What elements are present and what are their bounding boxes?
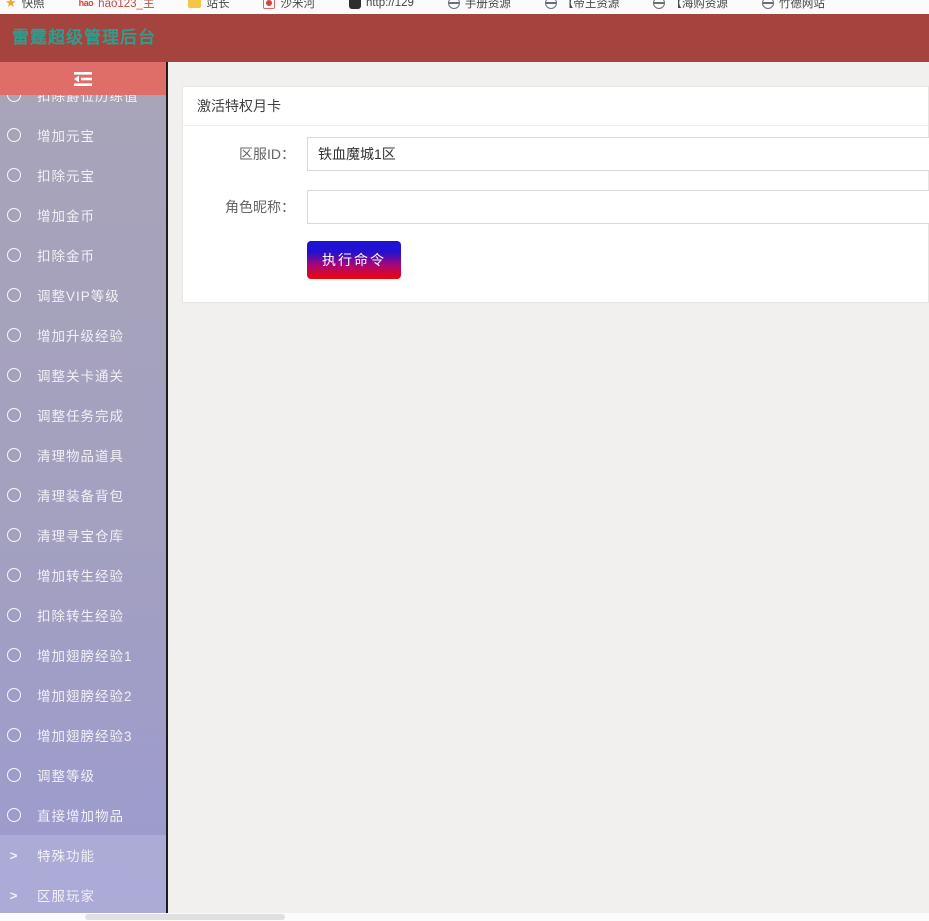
bookmark-item[interactable]: http://129 [349,0,414,9]
hao123-icon [79,0,94,9]
radio-icon [7,168,21,182]
globe-icon [653,0,665,9]
radio-icon [7,688,21,702]
bookmark-item[interactable]: 【帝王资源 [545,0,620,11]
server-select[interactable]: 铁血魔城1区 [307,137,929,171]
sidebar-border [166,14,168,913]
radio-icon [7,488,21,502]
sidebar-item[interactable]: 调整VIP等级 [0,275,166,315]
radio-icon [7,568,21,582]
brand-title: 雷霆超级管理后台 [0,14,166,62]
sidebar-item[interactable]: 增加翅膀经验3 [0,715,166,755]
sidebar-item[interactable]: 区服玩家 [0,875,166,913]
radio-icon [7,248,21,262]
radio-icon [7,528,21,542]
sidebar-item[interactable]: 增加翅膀经验1 [0,635,166,675]
star-icon [5,0,17,10]
site-icon [263,0,275,9]
sidebar-toggle-button[interactable] [0,62,166,95]
dark-site-icon [349,0,361,9]
sidebar-item[interactable]: 扣除金币 [0,235,166,275]
bookmark-item[interactable]: 竹德网站 [762,0,825,11]
sidebar-item[interactable]: 特殊功能 [0,835,166,875]
radio-icon [7,208,21,222]
globe-icon [545,0,557,9]
sidebar: 扣除爵位历练值 增加元宝 扣除元宝 增加金币 扣除金币 调整VIP等级 [0,62,166,913]
bookmark-item[interactable]: 站长 [188,0,229,11]
chevron-right-icon [7,888,21,903]
sidebar-toggle-icon [74,72,92,86]
sidebar-item[interactable]: 调整关卡通关 [0,355,166,395]
bookmarks-bar: 快照 hao123_主 站长 沙米河 http://129 手册资源 [0,0,929,14]
chevron-right-icon [7,848,21,863]
sidebar-item[interactable]: 扣除元宝 [0,155,166,195]
sidebar-item[interactable]: 清理物品道具 [0,435,166,475]
radio-icon [7,128,21,142]
sidebar-item[interactable]: 清理装备背包 [0,475,166,515]
radio-icon [7,328,21,342]
bookmark-item[interactable]: 快照 [5,0,45,11]
sidebar-item[interactable]: 增加转生经验 [0,555,166,595]
bookmark-item[interactable]: 手册资源 [448,0,511,11]
globe-icon [762,0,774,9]
sidebar-item[interactable]: 增加元宝 [0,115,166,155]
sidebar-item[interactable]: 增加金币 [0,195,166,235]
nickname-label: 角色昵称： [183,190,295,224]
sidebar-item[interactable]: 直接增加物品 [0,795,166,835]
nickname-input[interactable] [307,190,929,224]
sidebar-item[interactable]: 增加翅膀经验2 [0,675,166,715]
radio-icon [7,808,21,822]
bookmark-item[interactable]: 【海购资源 [653,0,728,11]
sidebar-menu: 扣除爵位历练值 增加元宝 扣除元宝 增加金币 扣除金币 调整VIP等级 [0,75,166,913]
radio-icon [7,368,21,382]
radio-icon [7,608,21,622]
app-header: 雷霆超级管理后台 [0,14,929,62]
folder-icon [188,0,201,8]
sidebar-item[interactable]: 扣除转生经验 [0,595,166,635]
server-select-value: 铁血魔城1区 [318,146,396,162]
bookmark-item[interactable]: hao123_主 [79,0,155,11]
bookmark-item[interactable]: 沙米河 [263,0,315,11]
radio-icon [7,288,21,302]
radio-icon [7,648,21,662]
panel-title: 激活特权月卡 [183,87,928,126]
radio-icon [7,768,21,782]
radio-icon [7,448,21,462]
radio-icon [7,728,21,742]
server-id-label: 区服ID： [183,137,295,171]
screen: 激活特权月卡 区服ID： 铁血魔城1区 角色昵称： 执行命令 扣除爵位历练值 增… [0,0,929,921]
sidebar-item[interactable]: 调整任务完成 [0,395,166,435]
horizontal-scrollbar[interactable] [0,913,929,921]
sidebar-item[interactable]: 清理寻宝仓库 [0,515,166,555]
execute-command-button[interactable]: 执行命令 [307,241,401,279]
sidebar-item[interactable]: 增加升级经验 [0,315,166,355]
activate-privilege-card-panel: 激活特权月卡 区服ID： 铁血魔城1区 角色昵称： 执行命令 [182,86,929,303]
globe-icon [448,0,460,9]
horizontal-scrollbar-thumb[interactable] [85,914,285,920]
radio-icon [7,408,21,422]
sidebar-item[interactable]: 调整等级 [0,755,166,795]
